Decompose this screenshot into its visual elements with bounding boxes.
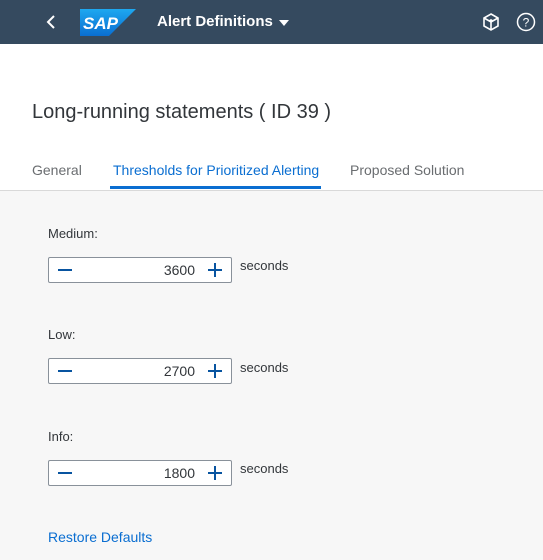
page-title: Long-running statements ( ID 39 )	[32, 101, 332, 123]
info-value-input[interactable]: 1800	[81, 461, 195, 485]
low-label: Low:	[48, 327, 76, 342]
plus-icon	[208, 466, 222, 480]
plus-icon	[208, 364, 222, 378]
medium-decrement-button[interactable]	[49, 258, 81, 282]
tab-general[interactable]: General	[32, 162, 82, 178]
tab-thresholds[interactable]: Thresholds for Prioritized Alerting	[113, 162, 319, 178]
cube-icon	[483, 13, 499, 31]
low-value-input[interactable]: 2700	[81, 359, 195, 383]
app-title: Alert Definitions	[157, 13, 273, 30]
object-header: Long-running statements ( ID 39 ) Genera…	[0, 44, 543, 191]
low-stepper: 2700	[48, 358, 232, 384]
low-decrement-button[interactable]	[49, 359, 81, 383]
medium-stepper: 3600	[48, 257, 232, 283]
info-decrement-button[interactable]	[49, 461, 81, 485]
active-tab-indicator	[110, 186, 321, 189]
low-unit: seconds	[240, 360, 289, 375]
app-title-menu[interactable]: Alert Definitions	[157, 13, 289, 30]
medium-unit: seconds	[240, 258, 289, 273]
info-increment-button[interactable]	[199, 461, 231, 485]
sap-logo: SAP	[80, 9, 136, 36]
minus-icon	[58, 269, 72, 271]
info-stepper: 1800	[48, 460, 232, 486]
medium-label: Medium:	[48, 226, 98, 241]
sap-logo-text: SAP	[83, 14, 119, 33]
info-unit: seconds	[240, 461, 289, 476]
help-icon: ?	[516, 12, 536, 32]
medium-value-input[interactable]: 3600	[81, 258, 195, 282]
low-increment-button[interactable]	[199, 359, 231, 383]
info-label: Info:	[48, 429, 74, 444]
tab-proposed-solution[interactable]: Proposed Solution	[350, 162, 464, 178]
restore-defaults-link[interactable]: Restore Defaults	[48, 529, 152, 545]
medium-increment-button[interactable]	[199, 258, 231, 282]
minus-icon	[58, 472, 72, 474]
product-switch-button[interactable]	[480, 11, 502, 33]
caret-down-icon	[278, 19, 289, 26]
back-button[interactable]	[38, 9, 64, 35]
shell-bar: SAP Alert Definitions ?	[0, 0, 543, 44]
help-button[interactable]: ?	[515, 11, 537, 33]
minus-icon	[58, 370, 72, 372]
plus-icon	[208, 263, 222, 277]
svg-text:?: ?	[523, 16, 530, 30]
chevron-left-icon	[46, 15, 55, 29]
